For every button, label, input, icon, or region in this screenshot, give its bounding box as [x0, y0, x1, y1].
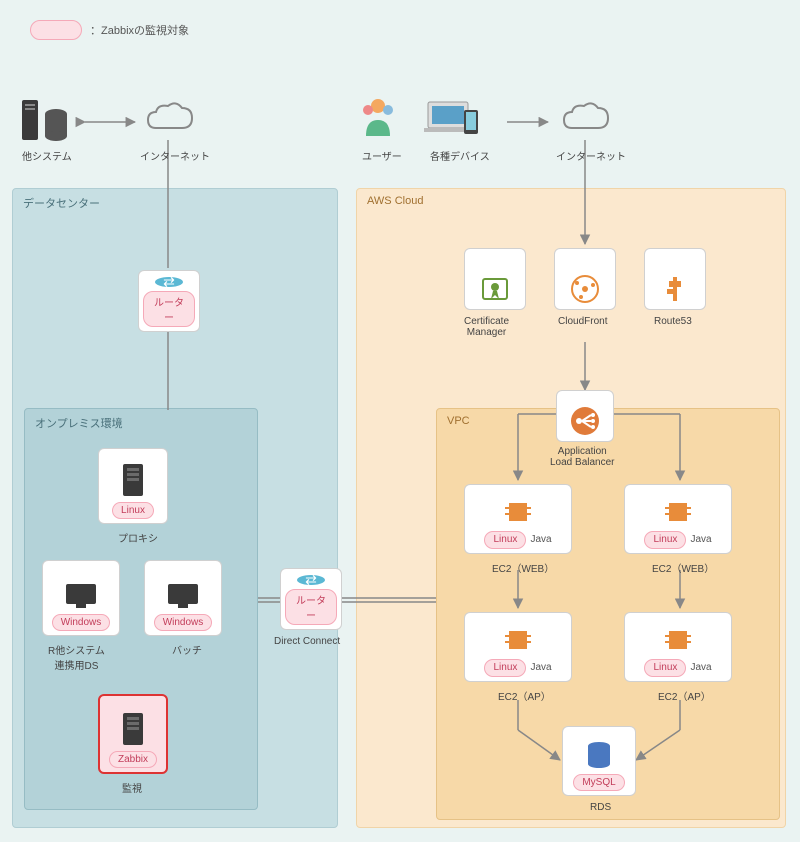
ec2-ap-left: LinuxJava — [464, 612, 572, 682]
rds-tag: MySQL — [573, 774, 624, 791]
router-dc-tag: ルーター — [285, 589, 337, 625]
alb-label: Application Load Balancer — [550, 446, 615, 468]
alb-icon — [569, 405, 601, 437]
ec2-web-left-label: EC2（WEB） — [492, 560, 554, 575]
zone-title-vpc: VPC — [447, 415, 470, 427]
zabbix-tag: Zabbix — [109, 751, 157, 768]
ec2-icon — [663, 497, 693, 527]
batch-tag: Windows — [154, 614, 213, 631]
server-icon — [123, 464, 143, 496]
ec2-ap-right: LinuxJava — [624, 612, 732, 682]
other-system-label: 他システム — [22, 148, 72, 163]
devices-icon — [424, 98, 484, 138]
ec2-os-tag: Linux — [644, 659, 686, 677]
tower-icon — [20, 98, 40, 142]
cloud-icon — [142, 100, 198, 138]
router-dc: ルーター — [280, 568, 342, 630]
zone-title-aws: AWS Cloud — [367, 195, 423, 207]
zone-title-onprem: オンプレミス環境 — [35, 415, 123, 431]
rds-label: RDS — [590, 802, 611, 813]
router-icon — [297, 575, 325, 585]
users-icon — [358, 96, 398, 138]
ec2-lang: Java — [530, 531, 551, 549]
cloudfront-node — [554, 248, 616, 310]
ec2-os-tag: Linux — [484, 659, 526, 677]
ec2-lang: Java — [690, 659, 711, 677]
router-datacenter: ルーター — [138, 270, 200, 332]
ec2-os-tag: Linux — [484, 531, 526, 549]
ec2-ap-left-label: EC2（AP） — [498, 688, 551, 703]
ds-node: Windows — [42, 560, 120, 636]
legend-swatch — [30, 20, 82, 40]
server-icon — [123, 713, 143, 745]
cloudfront-label: CloudFront — [558, 316, 607, 327]
certificate-icon — [479, 273, 511, 305]
database-icon — [585, 740, 613, 770]
legend-label: ：Zabbixの監視対象 — [90, 22, 189, 38]
route53-label: Route53 — [654, 316, 692, 327]
user-label: ユーザー — [362, 148, 402, 163]
monitor-icon — [64, 582, 98, 610]
router-icon — [155, 277, 183, 287]
zabbix-node: Zabbix — [98, 694, 168, 774]
ec2-web-left: LinuxJava — [464, 484, 572, 554]
ec2-icon — [503, 625, 533, 655]
ds-label: R他システム 連携用DS — [48, 642, 105, 672]
zone-title-datacenter: データセンター — [23, 195, 100, 211]
other-system-icon — [20, 98, 68, 142]
cloudfront-icon — [569, 273, 601, 305]
route53-icon — [659, 273, 691, 305]
proxy-tag: Linux — [112, 502, 154, 519]
router-tag: ルーター — [143, 291, 195, 327]
ec2-ap-right-label: EC2（AP） — [658, 688, 711, 703]
devices-label: 各種デバイス — [430, 148, 490, 163]
ec2-web-right: LinuxJava — [624, 484, 732, 554]
batch-label: バッチ — [172, 642, 202, 657]
internet-left-label: インターネット — [140, 148, 210, 163]
route53-node — [644, 248, 706, 310]
monitor-icon — [166, 582, 200, 610]
internet-right-label: インターネット — [556, 148, 626, 163]
legend: ：Zabbixの監視対象 — [30, 20, 189, 40]
proxy-node: Linux — [98, 448, 168, 524]
cloud-icon — [558, 100, 614, 138]
ec2-icon — [503, 497, 533, 527]
ec2-icon — [663, 625, 693, 655]
cert-manager-node — [464, 248, 526, 310]
ec2-web-right-label: EC2（WEB） — [652, 560, 714, 575]
rds-node: MySQL — [562, 726, 636, 796]
ec2-lang: Java — [530, 659, 551, 677]
cert-manager-label: Certificate Manager — [464, 316, 509, 338]
ec2-lang: Java — [690, 531, 711, 549]
batch-node: Windows — [144, 560, 222, 636]
ds-tag: Windows — [52, 614, 111, 631]
ec2-os-tag: Linux — [644, 531, 686, 549]
direct-connect-label: Direct Connect — [274, 636, 340, 647]
proxy-label: プロキシ — [118, 530, 158, 545]
zabbix-label: 監視 — [122, 780, 142, 795]
alb-node — [556, 390, 614, 442]
database-icon — [44, 108, 68, 142]
